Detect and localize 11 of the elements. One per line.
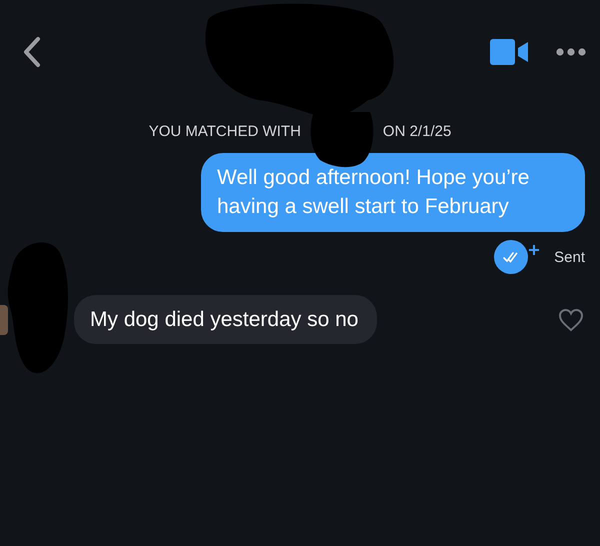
heart-icon[interactable]	[558, 308, 584, 332]
back-icon[interactable]	[22, 36, 42, 68]
sent-message: Well good afternoon! Hope you’re having a swell start to February	[201, 153, 585, 232]
match-date: ON 2/1/25	[382, 123, 452, 142]
received-message: My dog died yesterday so no	[74, 295, 376, 344]
video-camera-icon[interactable]	[490, 39, 530, 65]
message-status: Sent	[554, 248, 585, 266]
double-check-icon	[494, 240, 528, 274]
plus-icon	[528, 244, 540, 256]
more-icon[interactable]	[556, 48, 586, 56]
match-note: YOU MATCHED WITH	[148, 123, 301, 142]
